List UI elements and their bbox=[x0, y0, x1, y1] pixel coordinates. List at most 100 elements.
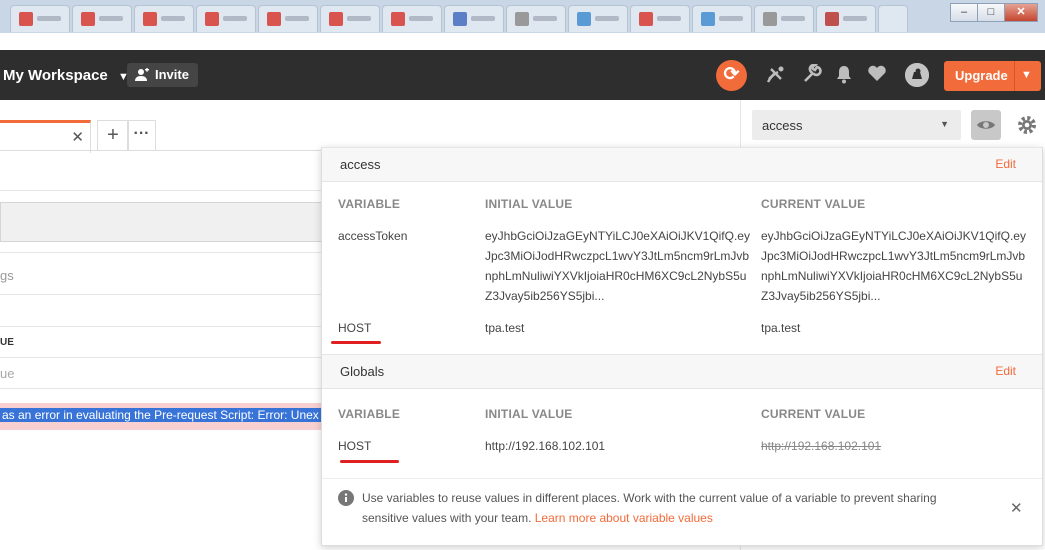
minimize-button[interactable]: – bbox=[950, 3, 978, 22]
current-value-column-header: CURRENT VALUE bbox=[761, 407, 866, 421]
tab-favicon bbox=[701, 12, 715, 26]
current-value: http://192.168.102.101 bbox=[761, 439, 882, 453]
workspace-label: My Workspace bbox=[3, 67, 108, 84]
tab-favicon bbox=[267, 12, 281, 26]
eye-icon bbox=[977, 121, 995, 129]
invite-label: Invite bbox=[155, 67, 189, 82]
initial-value: http://192.168.102.101 bbox=[485, 439, 606, 453]
maximize-button[interactable]: □ bbox=[977, 3, 1005, 22]
edit-environment-link[interactable]: Edit bbox=[995, 157, 1016, 171]
browser-tab[interactable] bbox=[258, 5, 318, 32]
tab-favicon bbox=[205, 12, 219, 26]
divider bbox=[0, 326, 330, 327]
initial-value: eyJhbGciOiJzaGEyNTYiLCJ0eXAiOiJKV1QifQ.e… bbox=[485, 229, 750, 303]
close-window-button[interactable]: ✕ bbox=[1004, 3, 1038, 22]
browser-tab[interactable] bbox=[692, 5, 752, 32]
add-user-icon bbox=[135, 68, 149, 81]
new-tab-plus-icon[interactable]: + bbox=[97, 120, 129, 151]
request-tab[interactable]: ✕ bbox=[0, 120, 91, 153]
initial-value: tpa.test bbox=[485, 321, 525, 335]
tab-favicon bbox=[763, 12, 777, 26]
wrench-icon[interactable] bbox=[801, 63, 823, 86]
error-message: as an error in evaluating the Pre-reques… bbox=[0, 408, 321, 422]
browser-tab[interactable] bbox=[72, 5, 132, 32]
globals-section-title: Globals bbox=[340, 364, 385, 379]
divider bbox=[0, 190, 330, 191]
browser-tab-strip bbox=[0, 0, 1045, 33]
learn-more-link[interactable]: Learn more about variable values bbox=[535, 511, 713, 525]
tab-favicon bbox=[577, 12, 591, 26]
settings-tab-fragment[interactable]: gs bbox=[0, 268, 14, 283]
tab-favicon bbox=[515, 12, 529, 26]
variable-column-header: VARIABLE bbox=[338, 197, 401, 211]
browser-tab[interactable] bbox=[506, 5, 566, 32]
caret-down-icon[interactable]: ▼ bbox=[1021, 69, 1032, 81]
environment-section-header: access Edit bbox=[322, 147, 1042, 182]
info-icon bbox=[338, 490, 354, 506]
new-tab-button[interactable] bbox=[878, 5, 908, 32]
current-value: tpa.test bbox=[761, 321, 801, 335]
caret-down-icon: ▼ bbox=[940, 119, 949, 129]
divider bbox=[0, 294, 330, 295]
browser-tab[interactable] bbox=[630, 5, 690, 32]
browser-tab[interactable] bbox=[320, 5, 380, 32]
tabs-underline bbox=[0, 150, 330, 151]
upgrade-button[interactable]: Upgrade ▼ bbox=[944, 61, 1041, 91]
environment-quick-look-button[interactable] bbox=[971, 110, 1001, 140]
url-input[interactable] bbox=[0, 202, 332, 242]
annotation-underline bbox=[331, 341, 381, 344]
initial-value-column-header: INITIAL VALUE bbox=[485, 197, 573, 211]
divider bbox=[0, 252, 330, 253]
variable-name: HOST bbox=[338, 439, 372, 453]
browser-tab[interactable] bbox=[444, 5, 504, 32]
globals-section-header: Globals Edit bbox=[322, 354, 1042, 389]
browser-tab[interactable] bbox=[10, 5, 70, 32]
manage-environments-button[interactable] bbox=[1012, 110, 1042, 140]
close-icon[interactable]: ✕ bbox=[1010, 499, 1023, 517]
divider bbox=[322, 478, 1042, 479]
avatar[interactable] bbox=[905, 63, 929, 87]
browser-gap bbox=[0, 33, 1045, 50]
browser-tab[interactable] bbox=[134, 5, 194, 32]
browser-tab[interactable] bbox=[568, 5, 628, 32]
tab-favicon bbox=[19, 12, 33, 26]
value-column-header: UE bbox=[0, 337, 14, 348]
close-icon[interactable]: ✕ bbox=[71, 128, 84, 146]
initial-value-column-header: INITIAL VALUE bbox=[485, 407, 573, 421]
workspace-switcher[interactable]: My Workspace ▼ bbox=[3, 67, 129, 84]
environment-select[interactable]: access ▼ bbox=[752, 110, 961, 140]
value-placeholder[interactable]: ue bbox=[0, 366, 14, 381]
annotation-underline bbox=[340, 460, 399, 463]
tab-favicon bbox=[453, 12, 467, 26]
gear-icon bbox=[1018, 116, 1036, 134]
environment-quick-look-popover: access Edit VARIABLE INITIAL VALUE CURRE… bbox=[321, 147, 1043, 546]
browser-tab[interactable] bbox=[816, 5, 876, 32]
sync-icon[interactable]: ⟳ bbox=[716, 60, 747, 91]
bell-icon[interactable] bbox=[833, 64, 855, 86]
tab-favicon bbox=[329, 12, 343, 26]
tab-favicon bbox=[639, 12, 653, 26]
tab-favicon bbox=[391, 12, 405, 26]
upgrade-label: Upgrade bbox=[955, 68, 1008, 83]
current-value-column-header: CURRENT VALUE bbox=[761, 197, 866, 211]
divider bbox=[0, 388, 330, 389]
edit-globals-link[interactable]: Edit bbox=[995, 364, 1016, 378]
satellite-icon[interactable] bbox=[765, 64, 787, 86]
environment-select-value: access bbox=[762, 118, 803, 133]
browser-tab[interactable] bbox=[382, 5, 442, 32]
tab-favicon bbox=[143, 12, 157, 26]
divider bbox=[0, 357, 330, 358]
variable-column-header: VARIABLE bbox=[338, 407, 401, 421]
tab-favicon bbox=[825, 12, 839, 26]
browser-tab[interactable] bbox=[196, 5, 256, 32]
current-value: eyJhbGciOiJzaGEyNTYiLCJ0eXAiOiJKV1QifQ.e… bbox=[761, 229, 1026, 303]
environment-section-title: access bbox=[340, 157, 381, 172]
invite-button[interactable]: Invite bbox=[127, 63, 198, 87]
browser-tab[interactable] bbox=[754, 5, 814, 32]
heart-icon[interactable] bbox=[866, 64, 888, 86]
variable-name: HOST bbox=[338, 321, 372, 335]
info-text-block: Use variables to reuse values in differe… bbox=[362, 488, 982, 528]
variable-name: accessToken bbox=[338, 229, 408, 243]
divider bbox=[1014, 61, 1015, 91]
more-options-icon[interactable]: ··· bbox=[127, 120, 156, 151]
